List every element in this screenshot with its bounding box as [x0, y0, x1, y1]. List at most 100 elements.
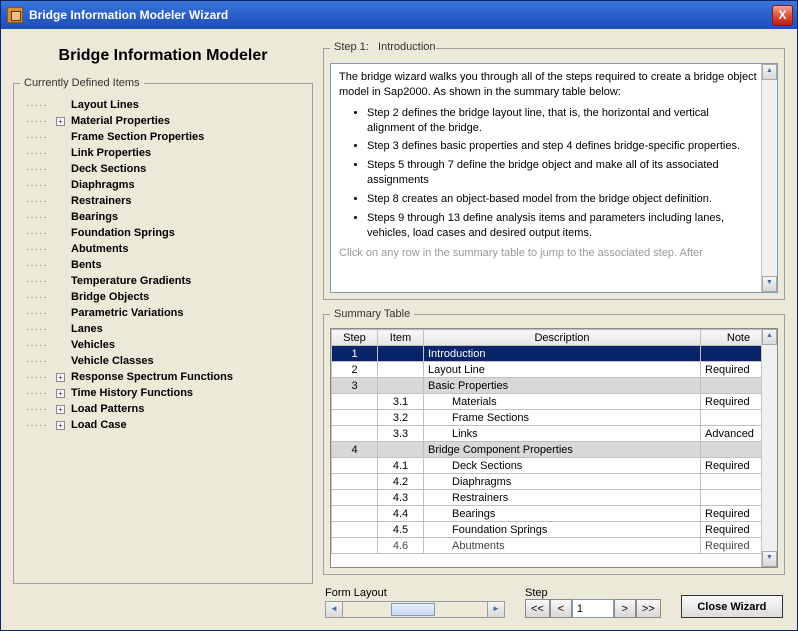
table-row[interactable]: 3Basic Properties [332, 378, 777, 394]
intro-text-box: The bridge wizard walks you through all … [330, 63, 778, 293]
window-title: Bridge Information Modeler Wizard [29, 8, 228, 22]
table-row[interactable]: 4.3Restrainers [332, 490, 777, 506]
tree-item[interactable]: ·····Frame Section Properties [22, 129, 306, 145]
tree-item-label: Bearings [69, 211, 118, 223]
tree-expander-icon[interactable]: + [56, 405, 65, 414]
table-row[interactable]: 4.1Deck SectionsRequired [332, 458, 777, 474]
tree-expander-icon[interactable]: + [56, 421, 65, 430]
form-layout-thumb[interactable] [391, 603, 435, 616]
intro-bullet: Step 8 creates an object-based model fro… [367, 192, 759, 207]
tree-item[interactable]: ·····Bents [22, 257, 306, 273]
table-row[interactable]: 4.4BearingsRequired [332, 506, 777, 522]
intro-cutoff-line: Click on any row in the summary table to… [339, 246, 759, 261]
step-next-button[interactable]: > [614, 599, 636, 618]
table-row[interactable]: 3.1MaterialsRequired [332, 394, 777, 410]
form-layout-right-button[interactable]: ► [487, 602, 504, 617]
tree-item-label: Diaphragms [69, 179, 135, 191]
col-step[interactable]: Step [332, 330, 378, 346]
tree-item[interactable]: ·····Layout Lines [22, 97, 306, 113]
col-item[interactable]: Item [378, 330, 424, 346]
scroll-down-button[interactable]: ▼ [762, 276, 777, 292]
intro-bullet: Steps 5 through 7 define the bridge obje… [367, 158, 759, 188]
summary-table-wrap: Step Item Description Note 1Introduction… [330, 328, 778, 568]
tree-expander-icon[interactable]: + [56, 389, 65, 398]
content-area: Bridge Information Modeler Currently Def… [1, 29, 797, 630]
page-title: Bridge Information Modeler [13, 41, 313, 77]
tree-item[interactable]: ·····+Load Patterns [22, 401, 306, 417]
tree-item[interactable]: ·····Temperature Gradients [22, 273, 306, 289]
table-scrollbar[interactable]: ▲ ▼ [761, 329, 777, 567]
tree-item-label: Frame Section Properties [69, 131, 204, 143]
tree-item-label: Abutments [69, 243, 128, 255]
intro-paragraph: The bridge wizard walks you through all … [339, 70, 759, 100]
step-first-button[interactable]: << [525, 599, 550, 618]
tree-item[interactable]: ·····+Load Case [22, 417, 306, 433]
table-row[interactable]: 4.2Diaphragms [332, 474, 777, 490]
tree-item-label: Link Properties [69, 147, 151, 159]
tree-item[interactable]: ·····Bearings [22, 209, 306, 225]
tree-item-label: Response Spectrum Functions [69, 371, 233, 383]
tree-item-label: Bents [69, 259, 102, 271]
tree-expander-icon[interactable]: + [56, 373, 65, 382]
form-layout-label: Form Layout [325, 587, 505, 599]
table-row[interactable]: 4.5Foundation SpringsRequired [332, 522, 777, 538]
step-legend: Step 1: Introduction [330, 41, 436, 55]
form-layout-left-button[interactable]: ◄ [326, 602, 343, 617]
tree-item-label: Vehicle Classes [69, 355, 154, 367]
col-description[interactable]: Description [424, 330, 701, 346]
tree-item-label: Layout Lines [69, 99, 139, 111]
tree-item-label: Material Properties [69, 115, 170, 127]
table-row[interactable]: 3.2Frame Sections [332, 410, 777, 426]
tree-item-label: Lanes [69, 323, 103, 335]
table-row[interactable]: 1Introduction [332, 346, 777, 362]
tree-item[interactable]: ·····Abutments [22, 241, 306, 257]
step-title-label: Introduction [378, 41, 435, 53]
tree-item[interactable]: ·····+Response Spectrum Functions [22, 369, 306, 385]
app-icon [7, 7, 23, 23]
tree-item-label: Restrainers [69, 195, 132, 207]
intro-bullet: Step 2 defines the bridge layout line, t… [367, 106, 759, 136]
tree-item-label: Load Patterns [69, 403, 144, 415]
tree-item-label: Foundation Springs [69, 227, 175, 239]
table-row[interactable]: 4.6AbutmentsRequired [332, 538, 777, 554]
tree-item[interactable]: ·····Bridge Objects [22, 289, 306, 305]
scroll-up-button[interactable]: ▲ [762, 64, 777, 80]
close-wizard-button[interactable]: Close Wizard [681, 595, 783, 618]
step-label: Step [525, 587, 661, 599]
form-layout-scrollbar[interactable]: ◄ ► [325, 601, 505, 618]
tree-item[interactable]: ·····Restrainers [22, 193, 306, 209]
table-row[interactable]: 3.3LinksAdvanced [332, 426, 777, 442]
table-scroll-down-button[interactable]: ▼ [762, 551, 777, 567]
step-input[interactable] [572, 599, 614, 618]
tree-item[interactable]: ·····Lanes [22, 321, 306, 337]
tree-item[interactable]: ·····Deck Sections [22, 161, 306, 177]
tree-view[interactable]: ·····Layout Lines·····+Material Properti… [20, 97, 306, 577]
intro-scrollbar[interactable]: ▲ ▼ [761, 64, 777, 292]
tree-item-label: Bridge Objects [69, 291, 149, 303]
table-scroll-up-button[interactable]: ▲ [762, 329, 777, 345]
tree-item[interactable]: ·····+Material Properties [22, 113, 306, 129]
tree-item-label: Vehicles [69, 339, 115, 351]
tree-item[interactable]: ·····Vehicle Classes [22, 353, 306, 369]
tree-item[interactable]: ·····Foundation Springs [22, 225, 306, 241]
tree-expander-icon[interactable]: + [56, 117, 65, 126]
tree-item[interactable]: ·····Diaphragms [22, 177, 306, 193]
intro-bullets: Step 2 defines the bridge layout line, t… [367, 106, 759, 241]
tree-item-label: Deck Sections [69, 163, 146, 175]
tree-item[interactable]: ·····Link Properties [22, 145, 306, 161]
tree-item[interactable]: ·····Parametric Variations [22, 305, 306, 321]
tree-item[interactable]: ·····+Time History Functions [22, 385, 306, 401]
step-last-button[interactable]: >> [636, 599, 661, 618]
step-prev-button[interactable]: < [550, 599, 572, 618]
table-row[interactable]: 2Layout LineRequired [332, 362, 777, 378]
intro-bullet: Steps 9 through 13 define analysis items… [367, 211, 759, 241]
table-row[interactable]: 4Bridge Component Properties [332, 442, 777, 458]
tree-item[interactable]: ·····Vehicles [22, 337, 306, 353]
tree-item-label: Temperature Gradients [69, 275, 191, 287]
window-close-button[interactable]: X [772, 5, 793, 26]
tree-item-label: Parametric Variations [69, 307, 184, 319]
summary-table[interactable]: Step Item Description Note 1Introduction… [331, 329, 777, 554]
tree-item-label: Load Case [69, 419, 127, 431]
tree-item-label: Time History Functions [69, 387, 193, 399]
step-navigator: Step << < > >> [525, 587, 661, 618]
